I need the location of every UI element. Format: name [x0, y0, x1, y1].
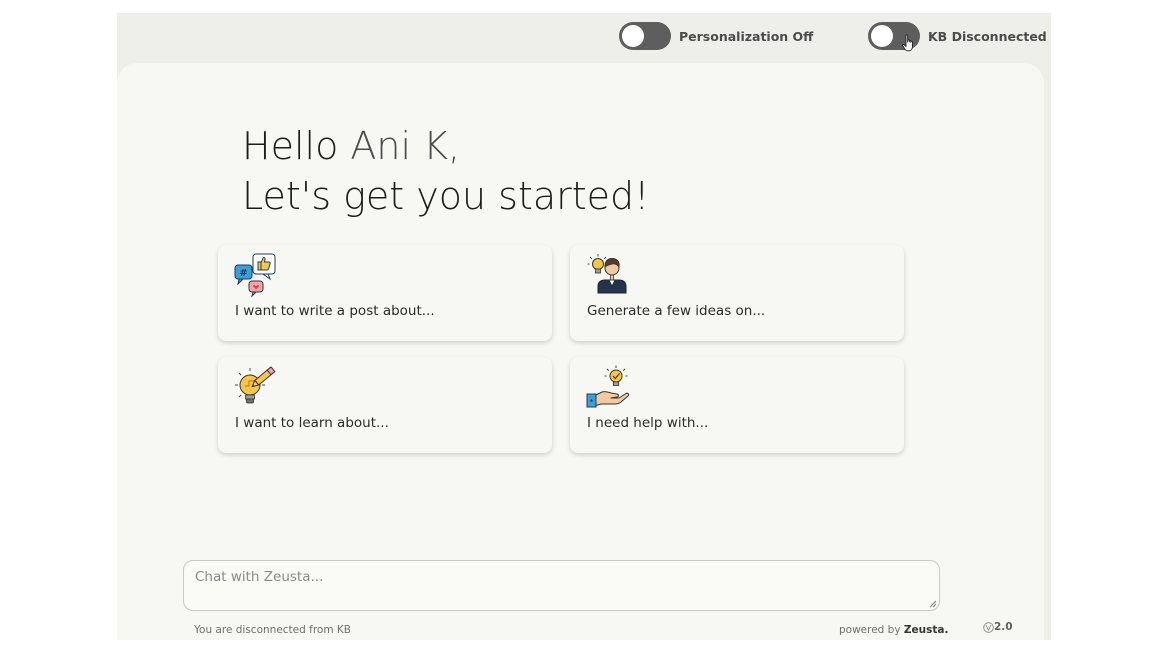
resize-grip-icon[interactable] [929, 600, 937, 608]
version-number: 2.0 [994, 621, 1013, 633]
hand-cursor-icon [902, 34, 913, 52]
prompt-card-label: I want to write a post about... [235, 303, 435, 319]
version-logo-icon [983, 621, 994, 633]
toggle-knob [871, 25, 893, 47]
greeting-title: Hello Ani K, [242, 121, 649, 171]
kb-label: KB Disconnected [928, 28, 1047, 44]
toggle-knob [622, 25, 644, 47]
greeting: Hello Ani K, Let's get you started! [242, 121, 649, 221]
prompt-card-label: I want to learn about... [235, 415, 389, 431]
powered-by: powered by Zeusta. [839, 624, 948, 636]
main-panel: Hello Ani K, Let's get you started! # I … [117, 63, 1044, 640]
greeting-hello: Hello [242, 124, 339, 168]
prompt-card-generate-ideas[interactable]: Generate a few ideas on... [570, 245, 904, 341]
prompt-card-learn[interactable]: I want to learn about... [218, 357, 552, 453]
social-post-icon: # [234, 253, 276, 297]
prompt-card-write-post[interactable]: # I want to write a post about... [218, 245, 552, 341]
app-window: Personalization Off KB Disconnected Hell… [117, 13, 1051, 640]
prompt-card-help[interactable]: I need help with... [570, 357, 904, 453]
chat-input[interactable] [183, 560, 940, 611]
learn-bulb-icon [235, 366, 276, 404]
help-hand-icon [586, 365, 630, 408]
kb-status-text: You are disconnected from KB [194, 624, 351, 636]
personalization-toggle-group: Personalization Off [619, 22, 813, 50]
greeting-subtitle: Let's get you started! [242, 174, 650, 218]
svg-text:#: # [239, 268, 247, 279]
powered-by-prefix: powered by [839, 624, 901, 636]
greeting-user-name: Ani K, [350, 124, 461, 168]
idea-person-icon [587, 254, 627, 294]
personalization-label: Personalization Off [679, 28, 814, 44]
prompt-card-label: I need help with... [587, 415, 709, 431]
prompt-card-label: Generate a few ideas on... [587, 303, 766, 319]
brand-name: Zeusta. [903, 624, 949, 636]
personalization-toggle[interactable] [619, 22, 671, 50]
top-bar: Personalization Off KB Disconnected [117, 13, 1051, 65]
version-badge: 2.0 [983, 621, 1013, 633]
kb-toggle-group: KB Disconnected [868, 22, 1047, 52]
kb-toggle[interactable] [868, 22, 920, 52]
